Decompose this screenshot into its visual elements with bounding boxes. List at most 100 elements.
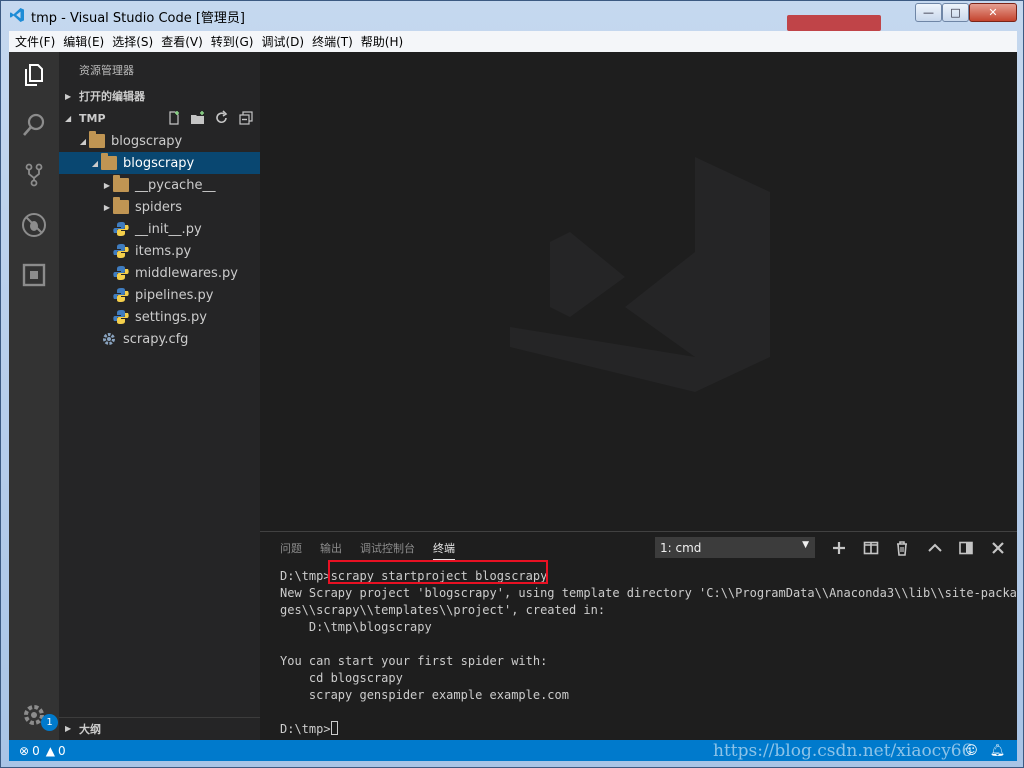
error-count: 0	[32, 743, 40, 758]
folder-label: TMP	[79, 111, 106, 125]
terminal-line: D:\tmp\blogscrapy	[280, 620, 432, 634]
chevron-up-icon[interactable]	[927, 540, 943, 556]
title-bar: tmp - Visual Studio Code [管理员] — □ ✕	[1, 1, 1023, 31]
chevron-right-icon: ▶	[103, 180, 111, 190]
folder-icon	[113, 197, 129, 214]
python-file-icon	[113, 266, 129, 280]
tree-item-file-init[interactable]: __init__.py	[59, 218, 260, 240]
menu-help[interactable]: 帮助(H)	[359, 33, 409, 50]
menu-terminal[interactable]: 终端(T)	[310, 33, 359, 50]
terminal-select[interactable]: 1: cmd ▼	[655, 537, 815, 558]
explorer-icon[interactable]	[21, 62, 47, 88]
collapse-all-icon[interactable]	[238, 110, 254, 126]
tree-item-label: scrapy.cfg	[123, 331, 189, 347]
terminal-line: ges\\scrapy\\templates\\project', create…	[280, 603, 606, 617]
minimize-button[interactable]: —	[915, 3, 942, 22]
chevron-right-icon: ▶	[65, 91, 72, 101]
chevron-right-icon: ▶	[65, 724, 72, 733]
window-title: tmp - Visual Studio Code [管理员]	[31, 11, 246, 26]
tree-item-label: middlewares.py	[135, 265, 238, 281]
terminal-cursor	[330, 721, 338, 735]
tree-item-label: settings.py	[135, 309, 207, 325]
maximize-button[interactable]: □	[942, 3, 969, 22]
title-decoration	[787, 15, 881, 31]
source-control-icon[interactable]	[21, 162, 47, 188]
tree-item-file-items[interactable]: items.py	[59, 240, 260, 262]
new-terminal-icon[interactable]	[831, 540, 847, 556]
tree-item-folder-blogscrapy[interactable]: ◢ blogscrapy	[59, 130, 260, 152]
menu-edit[interactable]: 编辑(E)	[61, 33, 110, 50]
menu-selection[interactable]: 选择(S)	[110, 33, 159, 50]
bottom-panel: 问题 输出 调试控制台 终端 1: cmd ▼ D:\tmp>scrapy st…	[260, 531, 1017, 740]
error-icon: ⊗	[19, 743, 30, 758]
close-panel-icon[interactable]	[990, 540, 1006, 556]
split-terminal-icon[interactable]	[863, 540, 879, 556]
errors-indicator[interactable]: ⊗ 0	[19, 744, 40, 758]
debug-icon[interactable]	[21, 212, 47, 238]
new-file-icon[interactable]	[166, 110, 182, 126]
sidebar-title: 资源管理器	[79, 64, 134, 77]
blog-watermark-text: https://blog.csdn.net/xiaocy66	[713, 741, 973, 761]
tree-item-label: __init__.py	[135, 221, 202, 237]
terminal-line: You can start your first spider with:	[280, 654, 548, 668]
settings-badge: 1	[41, 714, 58, 731]
tree-item-label: __pycache__	[135, 177, 216, 193]
folder-icon	[113, 175, 129, 192]
tree-item-label: items.py	[135, 243, 192, 259]
vscode-logo-icon	[10, 8, 24, 22]
chevron-down-icon: ◢	[65, 113, 72, 123]
dropdown-caret-icon: ▼	[802, 540, 809, 550]
terminal-line: cd blogscrapy	[280, 671, 403, 685]
terminal-prompt-line: D:\tmp>	[280, 721, 1000, 738]
tree-item-folder-spiders[interactable]: ▶ spiders	[59, 196, 260, 218]
warning-icon: ▲	[45, 743, 55, 758]
extensions-icon[interactable]	[21, 262, 47, 288]
chevron-right-icon: ▶	[103, 202, 111, 212]
menu-go[interactable]: 转到(G)	[209, 33, 260, 50]
open-editors-header[interactable]: ▶ 打开的编辑器	[59, 85, 260, 107]
folder-header-tmp[interactable]: ◢ TMP	[59, 107, 260, 129]
tree-item-folder-pycache[interactable]: ▶ __pycache__	[59, 174, 260, 196]
close-button[interactable]: ✕	[969, 3, 1017, 22]
terminal-output[interactable]: D:\tmp>scrapy startproject blogscrapy Ne…	[280, 568, 1017, 738]
command-highlight-box	[328, 560, 548, 584]
tree-item-file-settings[interactable]: settings.py	[59, 306, 260, 328]
tree-item-file-scrapy-cfg[interactable]: scrapy.cfg	[59, 328, 260, 350]
config-gear-icon	[103, 333, 115, 345]
warnings-indicator[interactable]: ▲ 0	[46, 744, 66, 758]
tab-problems[interactable]: 问题	[280, 540, 302, 560]
terminal-select-value: 1: cmd	[660, 540, 702, 555]
tree-item-label: blogscrapy	[123, 155, 195, 171]
python-file-icon	[113, 222, 129, 236]
refresh-icon[interactable]	[214, 110, 230, 126]
activity-bar: 1	[9, 52, 59, 740]
outline-header[interactable]: ▶ 大纲	[59, 717, 260, 739]
folder-icon	[101, 153, 117, 170]
tab-debug-console[interactable]: 调试控制台	[360, 540, 415, 560]
maximize-panel-icon[interactable]	[958, 540, 974, 556]
tree-item-file-pipelines[interactable]: pipelines.py	[59, 284, 260, 306]
tree-item-label: pipelines.py	[135, 287, 214, 303]
warning-count: 0	[57, 743, 66, 758]
search-icon[interactable]	[21, 112, 47, 138]
tree-item-label: blogscrapy	[111, 133, 183, 149]
trash-icon[interactable]	[894, 540, 910, 556]
folder-actions	[166, 110, 254, 126]
menu-view[interactable]: 查看(V)	[159, 33, 209, 50]
menu-file[interactable]: 文件(F)	[13, 33, 61, 50]
chevron-down-icon: ◢	[91, 158, 99, 168]
new-folder-icon[interactable]	[190, 110, 206, 126]
tab-terminal[interactable]: 终端	[433, 540, 455, 560]
terminal-prompt: D:\tmp>	[280, 722, 331, 736]
menu-debug[interactable]: 调试(D)	[259, 33, 310, 50]
explorer-sidebar: 资源管理器 ▶ 打开的编辑器 ◢ TMP ◢ blogscrapy ◢ blog…	[59, 52, 260, 740]
tree-item-file-middlewares[interactable]: middlewares.py	[59, 262, 260, 284]
panel-tabs: 问题 输出 调试控制台 终端	[280, 540, 455, 560]
tree-item-folder-blogscrapy-inner[interactable]: ◢ blogscrapy	[59, 152, 260, 174]
tab-output[interactable]: 输出	[320, 540, 342, 560]
notifications-bell-icon[interactable]: 🔔︎	[990, 743, 1005, 757]
terminal-line: scrapy genspider example example.com	[280, 688, 569, 702]
chevron-down-icon: ◢	[79, 136, 87, 146]
